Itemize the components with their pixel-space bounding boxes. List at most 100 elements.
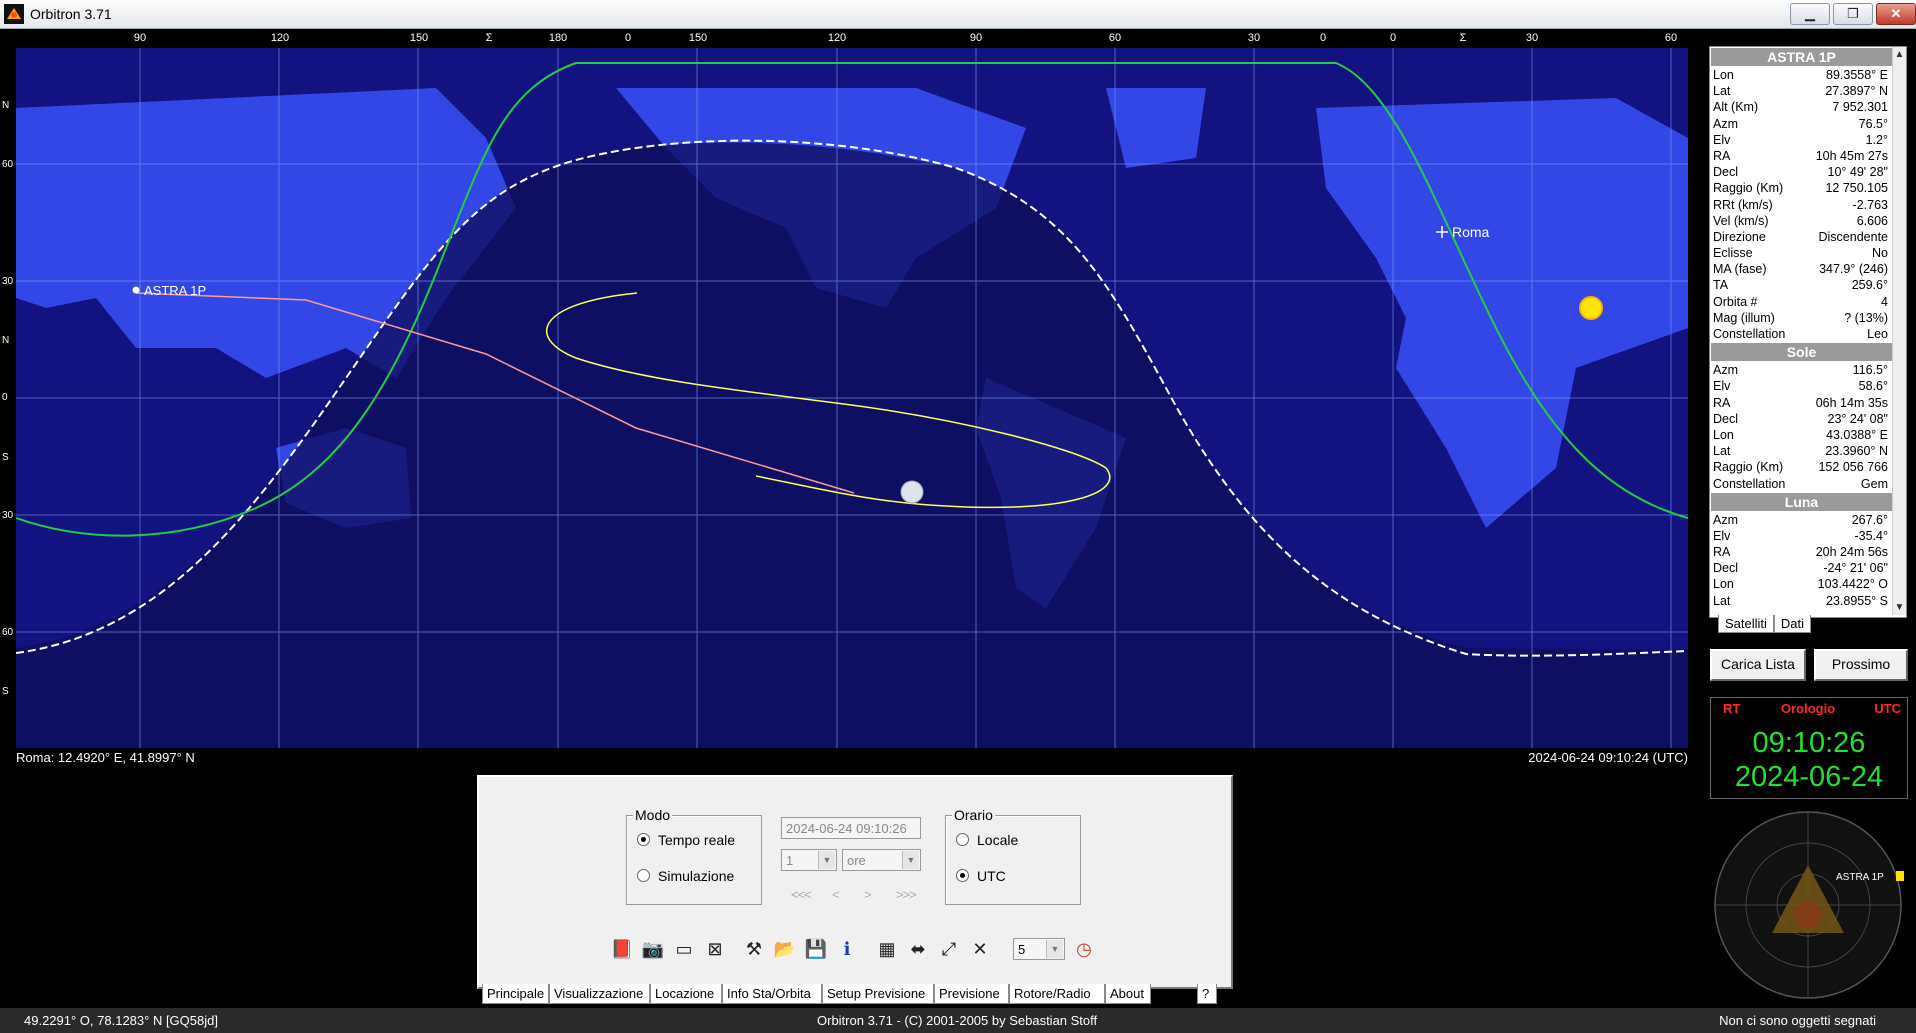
data-row: Lat 23.8955° S: [1710, 593, 1892, 609]
lon-tick: 150: [409, 32, 429, 44]
data-row: Vel (km/s) 6.606: [1710, 213, 1892, 229]
tab-help[interactable]: ?: [1197, 984, 1217, 1004]
nav-back-fast-button[interactable]: <<<: [791, 887, 812, 902]
data-row-key: Eclisse: [1713, 246, 1753, 261]
lon-tick: 120: [270, 32, 290, 44]
satellite-marker[interactable]: ASTRA 1P: [132, 283, 207, 298]
tab-principale[interactable]: Principale: [482, 984, 549, 1004]
control-panel: Modo Tempo reale Simulazione 2024-06-24 …: [477, 775, 1233, 1004]
info-icon[interactable]: ℹ: [834, 936, 860, 962]
status-message: Non ci sono oggetti segnati: [1719, 1013, 1876, 1028]
data-row-key: Azm: [1713, 363, 1738, 378]
tab-rotore-radio[interactable]: Rotore/Radio: [1009, 984, 1105, 1004]
time-local-label: Locale: [977, 832, 1019, 848]
step-unit: ore: [847, 853, 866, 868]
mode-group: Modo Tempo reale Simulazione: [626, 807, 762, 905]
data-row: Lon 89.3558° E: [1710, 67, 1892, 83]
lat-tick: 0: [2, 392, 8, 403]
radar-view[interactable]: ASTRA 1P: [1710, 807, 1906, 1003]
panel-scrollbar[interactable]: ▲ ▼: [1892, 47, 1906, 615]
moon-title: Luna: [1711, 492, 1892, 511]
data-row: Elv -35.4°: [1710, 528, 1892, 544]
sun-icon[interactable]: [1579, 296, 1603, 320]
clock-utc-label: UTC: [1874, 701, 1901, 716]
moon-icon[interactable]: [900, 480, 924, 504]
data-row-key: Raggio (Km): [1713, 460, 1784, 475]
time-group: Orario Locale UTC: [945, 807, 1081, 905]
status-cursor-coordinates: 49.2291° O, 78.1283° N [GQ58jd]: [24, 1013, 218, 1028]
load-list-button[interactable]: Carica Lista: [1710, 649, 1806, 681]
data-row-value: 7 952.301: [1832, 100, 1888, 115]
screen-icon[interactable]: ▦: [874, 936, 900, 962]
speed-select[interactable]: 5 ▼: [1013, 938, 1065, 960]
satellite-data-panel[interactable]: ASTRA 1P Lon 89.3558° E Lat 27.3897° N Alt (…: [1709, 46, 1907, 618]
panel-tabs: Satelliti Dati: [1718, 615, 1812, 633]
data-row: Eclisse No: [1710, 245, 1892, 261]
data-row-value: 4: [1881, 294, 1888, 309]
book-icon[interactable]: 📕: [609, 936, 635, 962]
data-row-value: Discendente: [1818, 229, 1889, 244]
scroll-down-icon[interactable]: ▼: [1893, 602, 1906, 613]
data-row-value: 10h 45m 27s: [1815, 148, 1888, 163]
step-unit-select[interactable]: ore ▼: [842, 849, 921, 871]
tab-dati[interactable]: Dati: [1773, 615, 1812, 633]
nav-forward-button[interactable]: >: [864, 887, 872, 902]
data-row-key: Lon: [1713, 577, 1734, 592]
data-row: Lon 103.4422° O: [1710, 576, 1892, 592]
data-row-value: Leo: [1867, 327, 1888, 341]
minimize-button[interactable]: ▁: [1790, 3, 1830, 25]
tab-visualizzazione[interactable]: Visualizzazione: [549, 984, 650, 1004]
map-timestamp: 2024-06-24 09:10:24 (UTC): [1528, 750, 1688, 765]
data-row-value: 06h 14m 35s: [1815, 395, 1888, 410]
time-utc-radio[interactable]: UTC: [956, 868, 1006, 884]
lon-tick: 120: [827, 32, 847, 44]
mode-simulation-radio[interactable]: Simulazione: [637, 868, 734, 884]
close-window-icon[interactable]: ⊠: [702, 936, 728, 962]
minimize-window-icon[interactable]: ▭: [671, 936, 697, 962]
tab-setup-previsione[interactable]: Setup Previsione: [822, 984, 934, 1004]
data-row-key: TA: [1713, 278, 1729, 293]
mode-realtime-radio[interactable]: Tempo reale: [637, 832, 735, 848]
world-map[interactable]: ASTRA 1P Roma: [16, 48, 1688, 748]
nav-back-button[interactable]: <: [832, 887, 840, 902]
restore-button[interactable]: ❐: [1833, 3, 1873, 25]
tab-locazione[interactable]: Locazione: [650, 984, 722, 1004]
lat-tick: N: [2, 335, 10, 346]
data-row: Elv 58.6°: [1710, 378, 1892, 394]
orbitron-logo-icon: [4, 4, 24, 24]
tools-icon[interactable]: ⚒: [741, 936, 767, 962]
clock-panel: RT Orologio UTC 09:10:26 2024-06-24: [1710, 697, 1908, 799]
fit-width-icon[interactable]: ⬌: [905, 936, 931, 962]
lat-tick: 60: [2, 627, 14, 638]
sun-rows: Azm 116.5° Elv 58.6° RA 06h 14m 35s Decl 23° 24…: [1710, 362, 1906, 492]
step-value-select[interactable]: 1 ▼: [781, 849, 837, 871]
speed-value: 5: [1018, 942, 1026, 957]
nav-forward-fast-button[interactable]: >>>: [896, 887, 917, 902]
camera-icon[interactable]: 📷: [640, 936, 666, 962]
tab-about[interactable]: About: [1105, 984, 1151, 1004]
clock-time: 09:10:26: [1752, 727, 1866, 759]
lat-tick: S: [2, 452, 9, 463]
open-folder-icon[interactable]: 📂: [772, 936, 798, 962]
time-local-radio[interactable]: Locale: [956, 832, 1018, 848]
data-row: Azm 76.5°: [1710, 116, 1892, 132]
shrink-icon[interactable]: ✕: [967, 936, 993, 962]
scroll-up-icon[interactable]: ▲: [1893, 49, 1906, 60]
data-row-value: 76.5°: [1858, 116, 1888, 131]
data-row: RRt (km/s) -2.763: [1710, 197, 1892, 213]
fullscreen-icon[interactable]: ⤢: [936, 936, 962, 962]
clock-icon[interactable]: ◷: [1071, 936, 1097, 962]
lon-tick: Σ: [1459, 32, 1467, 44]
close-button[interactable]: ✕: [1876, 3, 1916, 25]
data-row: Lat 27.3897° N: [1710, 83, 1892, 99]
datetime-field[interactable]: 2024-06-24 09:10:26: [781, 817, 921, 839]
next-button[interactable]: Prossimo: [1814, 649, 1908, 681]
save-icon[interactable]: 💾: [803, 936, 829, 962]
tab-previsione[interactable]: Previsione: [934, 984, 1009, 1004]
lat-tick: N: [2, 100, 10, 111]
data-row-key: Direzione: [1713, 229, 1766, 244]
data-row-key: Orbita #: [1713, 294, 1758, 309]
tab-info-sta-orbita[interactable]: Info Sta/Orbita: [722, 984, 822, 1004]
data-row-value: 103.4422° O: [1817, 577, 1888, 592]
tab-satelliti[interactable]: Satelliti: [1718, 615, 1774, 633]
